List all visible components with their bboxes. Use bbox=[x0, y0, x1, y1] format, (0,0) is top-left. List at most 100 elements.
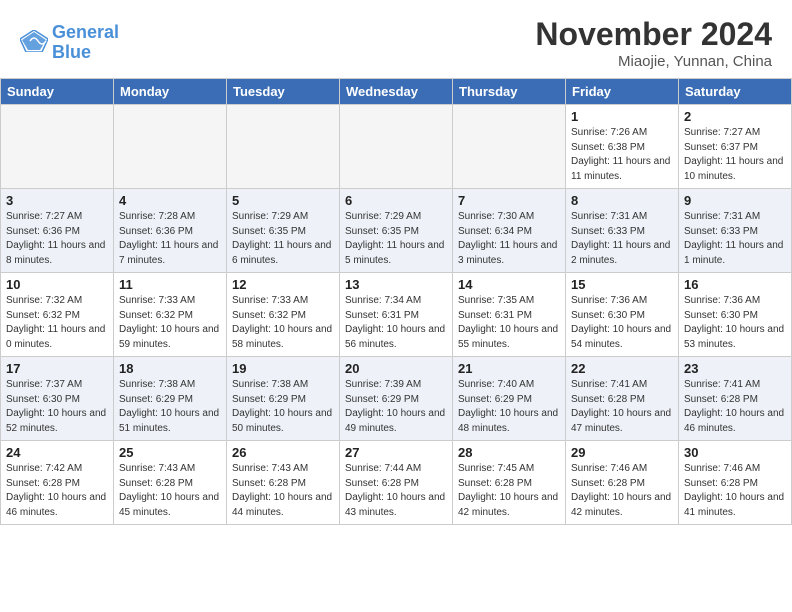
day-number: 17 bbox=[6, 361, 108, 376]
calendar-week-row: 24 Sunrise: 7:42 AM Sunset: 6:28 PM Dayli… bbox=[1, 441, 792, 525]
calendar-cell: 26 Sunrise: 7:43 AM Sunset: 6:28 PM Dayli… bbox=[227, 441, 340, 525]
calendar-cell: 7 Sunrise: 7:30 AM Sunset: 6:34 PM Daylig… bbox=[453, 189, 566, 273]
calendar-cell: 20 Sunrise: 7:39 AM Sunset: 6:29 PM Dayli… bbox=[340, 357, 453, 441]
calendar-cell: 18 Sunrise: 7:38 AM Sunset: 6:29 PM Dayli… bbox=[114, 357, 227, 441]
day-info: Sunrise: 7:46 AM Sunset: 6:28 PM Dayligh… bbox=[571, 462, 673, 520]
day-number: 8 bbox=[571, 193, 673, 208]
calendar-cell: 14Sunrise: 7:35 AM Sunset: 6:31 PM Dayli… bbox=[453, 273, 566, 357]
weekday-header: Monday bbox=[114, 79, 227, 105]
day-info: Sunrise: 7:38 AM Sunset: 6:29 PM Dayligh… bbox=[232, 378, 334, 436]
day-info: Sunrise: 7:27 AM Sunset: 6:36 PM Dayligh… bbox=[6, 210, 108, 268]
day-number: 15 bbox=[571, 277, 673, 292]
day-number: 7 bbox=[458, 193, 560, 208]
calendar-cell: 8 Sunrise: 7:31 AM Sunset: 6:33 PM Daylig… bbox=[566, 189, 679, 273]
day-info: Sunrise: 7:29 AM Sunset: 6:35 PM Dayligh… bbox=[345, 210, 447, 268]
day-info: Sunrise: 7:36 AM Sunset: 6:30 PM Dayligh… bbox=[684, 294, 786, 352]
day-number: 4 bbox=[119, 193, 221, 208]
day-info: Sunrise: 7:29 AM Sunset: 6:35 PM Dayligh… bbox=[232, 210, 334, 268]
calendar-cell: 21Sunrise: 7:40 AM Sunset: 6:29 PM Dayli… bbox=[453, 357, 566, 441]
day-info: Sunrise: 7:33 AM Sunset: 6:32 PM Dayligh… bbox=[119, 294, 221, 352]
day-number: 19 bbox=[232, 361, 334, 376]
calendar-cell bbox=[1, 105, 114, 189]
day-info: Sunrise: 7:39 AM Sunset: 6:29 PM Dayligh… bbox=[345, 378, 447, 436]
day-info: Sunrise: 7:42 AM Sunset: 6:28 PM Dayligh… bbox=[6, 462, 108, 520]
day-number: 16 bbox=[684, 277, 786, 292]
calendar-cell bbox=[114, 105, 227, 189]
day-number: 13 bbox=[345, 277, 447, 292]
logo-icon bbox=[20, 30, 48, 52]
day-number: 26 bbox=[232, 445, 334, 460]
calendar-cell: 13 Sunrise: 7:34 AM Sunset: 6:31 PM Dayli… bbox=[340, 273, 453, 357]
logo-line1: General bbox=[52, 22, 119, 42]
calendar-week-row: 10 Sunrise: 7:32 AM Sunset: 6:32 PM Dayli… bbox=[1, 273, 792, 357]
title-block: November 2024 Miaojie, Yunnan, China bbox=[535, 16, 772, 70]
calendar-cell: 16 Sunrise: 7:36 AM Sunset: 6:30 PM Dayli… bbox=[679, 273, 792, 357]
calendar-cell: 5 Sunrise: 7:29 AM Sunset: 6:35 PM Daylig… bbox=[227, 189, 340, 273]
day-info: Sunrise: 7:26 AM Sunset: 6:38 PM Dayligh… bbox=[571, 126, 673, 184]
month-title: November 2024 bbox=[535, 16, 772, 53]
calendar-cell: 29 Sunrise: 7:46 AM Sunset: 6:28 PM Dayli… bbox=[566, 441, 679, 525]
day-number: 23 bbox=[684, 361, 786, 376]
weekday-header: Wednesday bbox=[340, 79, 453, 105]
location-subtitle: Miaojie, Yunnan, China bbox=[535, 53, 772, 70]
day-info: Sunrise: 7:33 AM Sunset: 6:32 PM Dayligh… bbox=[232, 294, 334, 352]
day-info: Sunrise: 7:36 AM Sunset: 6:30 PM Dayligh… bbox=[571, 294, 673, 352]
calendar-cell: 17Sunrise: 7:37 AM Sunset: 6:30 PM Dayli… bbox=[1, 357, 114, 441]
day-info: Sunrise: 7:28 AM Sunset: 6:36 PM Dayligh… bbox=[119, 210, 221, 268]
day-info: Sunrise: 7:27 AM Sunset: 6:37 PM Dayligh… bbox=[684, 126, 786, 184]
day-info: Sunrise: 7:32 AM Sunset: 6:32 PM Dayligh… bbox=[6, 294, 108, 352]
logo: General Blue bbox=[20, 23, 119, 63]
calendar-cell bbox=[227, 105, 340, 189]
calendar-cell bbox=[340, 105, 453, 189]
logo-text: General Blue bbox=[52, 23, 119, 63]
calendar-cell: 3 Sunrise: 7:27 AM Sunset: 6:36 PM Daylig… bbox=[1, 189, 114, 273]
day-info: Sunrise: 7:43 AM Sunset: 6:28 PM Dayligh… bbox=[119, 462, 221, 520]
day-number: 12 bbox=[232, 277, 334, 292]
day-number: 24 bbox=[6, 445, 108, 460]
calendar-week-row: 3 Sunrise: 7:27 AM Sunset: 6:36 PM Daylig… bbox=[1, 189, 792, 273]
logo-line2: Blue bbox=[52, 42, 91, 62]
day-number: 30 bbox=[684, 445, 786, 460]
day-number: 3 bbox=[6, 193, 108, 208]
day-info: Sunrise: 7:43 AM Sunset: 6:28 PM Dayligh… bbox=[232, 462, 334, 520]
day-number: 28 bbox=[458, 445, 560, 460]
day-info: Sunrise: 7:45 AM Sunset: 6:28 PM Dayligh… bbox=[458, 462, 560, 520]
day-number: 5 bbox=[232, 193, 334, 208]
day-info: Sunrise: 7:34 AM Sunset: 6:31 PM Dayligh… bbox=[345, 294, 447, 352]
day-number: 2 bbox=[684, 109, 786, 124]
day-number: 29 bbox=[571, 445, 673, 460]
calendar-cell: 15 Sunrise: 7:36 AM Sunset: 6:30 PM Dayli… bbox=[566, 273, 679, 357]
weekday-header: Thursday bbox=[453, 79, 566, 105]
calendar-cell: 30 Sunrise: 7:46 AM Sunset: 6:28 PM Dayli… bbox=[679, 441, 792, 525]
calendar-cell: 2 Sunrise: 7:27 AM Sunset: 6:37 PM Daylig… bbox=[679, 105, 792, 189]
day-info: Sunrise: 7:30 AM Sunset: 6:34 PM Dayligh… bbox=[458, 210, 560, 268]
day-info: Sunrise: 7:41 AM Sunset: 6:28 PM Dayligh… bbox=[684, 378, 786, 436]
calendar-cell: 27Sunrise: 7:44 AM Sunset: 6:28 PM Dayli… bbox=[340, 441, 453, 525]
page-header: General Blue November 2024 Miaojie, Yunn… bbox=[0, 0, 792, 78]
calendar-cell: 11Sunrise: 7:33 AM Sunset: 6:32 PM Dayli… bbox=[114, 273, 227, 357]
day-number: 27 bbox=[345, 445, 447, 460]
day-info: Sunrise: 7:46 AM Sunset: 6:28 PM Dayligh… bbox=[684, 462, 786, 520]
weekday-header: Friday bbox=[566, 79, 679, 105]
day-info: Sunrise: 7:31 AM Sunset: 6:33 PM Dayligh… bbox=[571, 210, 673, 268]
calendar-cell: 19 Sunrise: 7:38 AM Sunset: 6:29 PM Dayli… bbox=[227, 357, 340, 441]
day-number: 9 bbox=[684, 193, 786, 208]
calendar-week-row: 17Sunrise: 7:37 AM Sunset: 6:30 PM Dayli… bbox=[1, 357, 792, 441]
calendar-cell: 23 Sunrise: 7:41 AM Sunset: 6:28 PM Dayli… bbox=[679, 357, 792, 441]
day-info: Sunrise: 7:31 AM Sunset: 6:33 PM Dayligh… bbox=[684, 210, 786, 268]
weekday-header: Tuesday bbox=[227, 79, 340, 105]
calendar-cell: 1Sunrise: 7:26 AM Sunset: 6:38 PM Daylig… bbox=[566, 105, 679, 189]
day-number: 18 bbox=[119, 361, 221, 376]
day-number: 10 bbox=[6, 277, 108, 292]
calendar-cell: 12 Sunrise: 7:33 AM Sunset: 6:32 PM Dayli… bbox=[227, 273, 340, 357]
day-number: 21 bbox=[458, 361, 560, 376]
day-info: Sunrise: 7:41 AM Sunset: 6:28 PM Dayligh… bbox=[571, 378, 673, 436]
day-info: Sunrise: 7:38 AM Sunset: 6:29 PM Dayligh… bbox=[119, 378, 221, 436]
day-number: 25 bbox=[119, 445, 221, 460]
calendar-cell: 24 Sunrise: 7:42 AM Sunset: 6:28 PM Dayli… bbox=[1, 441, 114, 525]
weekday-header-row: SundayMondayTuesdayWednesdayThursdayFrid… bbox=[1, 79, 792, 105]
day-number: 20 bbox=[345, 361, 447, 376]
weekday-header: Sunday bbox=[1, 79, 114, 105]
calendar-cell: 28 Sunrise: 7:45 AM Sunset: 6:28 PM Dayli… bbox=[453, 441, 566, 525]
calendar-cell: 6Sunrise: 7:29 AM Sunset: 6:35 PM Daylig… bbox=[340, 189, 453, 273]
